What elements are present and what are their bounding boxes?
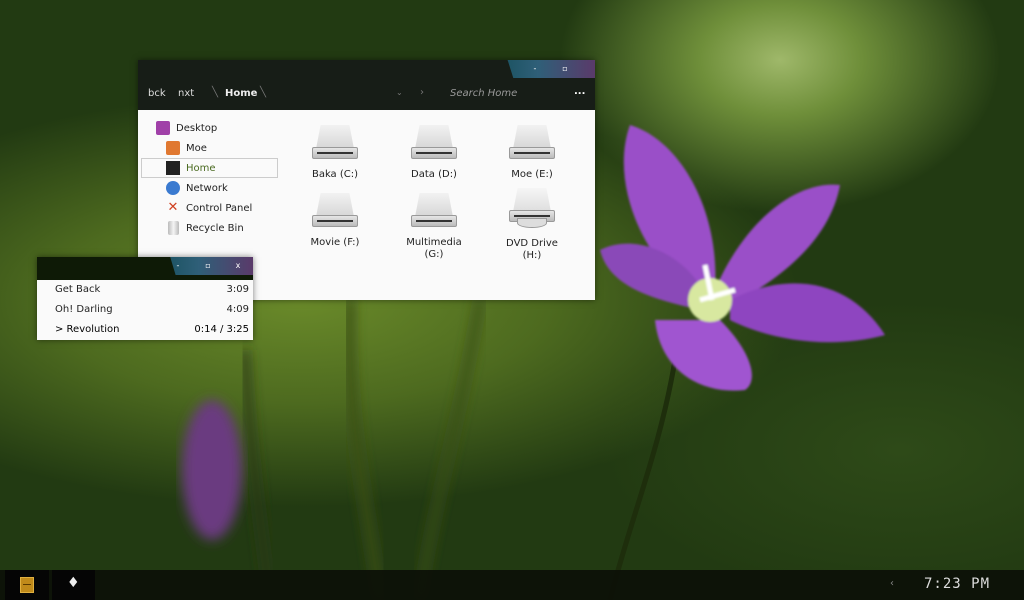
drive-f[interactable]: Movie (F:) [290, 193, 380, 249]
sidebar-item-label: Desktop [176, 122, 218, 134]
sidebar-item-desktop[interactable]: Desktop [156, 118, 293, 138]
hard-drive-icon [411, 125, 457, 159]
sidebar-item-network[interactable]: Network [166, 178, 303, 198]
breadcrumb-separator-icon: ╲ [260, 87, 267, 98]
history-dropdown-icon[interactable]: ⌄ [396, 88, 403, 97]
breadcrumb-separator-icon: ╲ [212, 87, 219, 98]
minimize-button[interactable]: - [520, 60, 550, 78]
drive-label: DVD Drive (H:) [506, 238, 558, 261]
track-title: Oh! Darling [55, 304, 113, 315]
maximize-button[interactable]: ▫ [550, 60, 580, 78]
desktop-icon [156, 121, 170, 135]
track-progress: 0:14 / 3:25 [194, 324, 249, 335]
hard-drive-icon [312, 125, 358, 159]
fox-icon: ♦ [67, 575, 80, 591]
sidebar-item-control-panel[interactable]: ✕ Control Panel [166, 198, 303, 218]
drive-d[interactable]: Data (D:) [389, 125, 479, 181]
user-folder-icon [166, 141, 180, 155]
sidebar-item-label: Network [186, 182, 228, 194]
track-title: Get Back [55, 284, 101, 295]
maximize-button[interactable]: ▫ [193, 257, 223, 275]
more-options-button[interactable]: ... [574, 86, 585, 97]
drive-label: Movie (F:) [310, 237, 360, 248]
drive-label: Multimedia (G:) [406, 237, 462, 260]
globe-icon [166, 181, 180, 195]
minimize-button[interactable]: - [170, 257, 193, 275]
search-input[interactable]: Search Home [450, 88, 517, 99]
tray-expand-arrow[interactable]: ‹ [890, 578, 894, 589]
go-arrow-icon[interactable]: › [420, 87, 424, 98]
drive-g[interactable]: Multimedia (G:) [389, 193, 479, 261]
sidebar-item-label: Home [186, 162, 216, 174]
drive-e[interactable]: Moe (E:) [487, 125, 577, 181]
trash-icon [168, 221, 179, 235]
music-player-window: - ▫ x Get Back 3:09 Oh! Darling 4:09 > Revol… [37, 257, 253, 340]
monitor-icon [166, 161, 180, 175]
file-manager-button[interactable] [5, 570, 49, 600]
taskbar: ♦ ‹ 7:23 PM [0, 570, 1024, 600]
track-row-playing[interactable]: > Revolution 0:14 / 3:25 [55, 324, 249, 335]
hard-drive-icon [312, 193, 358, 227]
firefox-button[interactable]: ♦ [52, 570, 95, 600]
back-button[interactable]: bck [148, 88, 166, 99]
drive-c[interactable]: Baka (C:) [290, 125, 380, 181]
sidebar-item-moe[interactable]: Moe [166, 138, 303, 158]
file-cabinet-icon [20, 577, 34, 593]
caption-buttons: -▫x [170, 257, 253, 275]
tools-icon: ✕ [167, 200, 179, 215]
sidebar-item-home[interactable]: Home [141, 158, 278, 178]
sidebar-item-label: Control Panel [186, 202, 253, 214]
track-duration: 3:09 [226, 284, 249, 295]
track-row[interactable]: Get Back 3:09 [55, 284, 249, 295]
breadcrumb-home[interactable]: Home [225, 88, 257, 99]
sidebar-item-label: Moe [186, 142, 207, 154]
track-duration: 4:09 [226, 304, 249, 315]
player-titlebar: - ▫ x [37, 257, 253, 280]
drive-label: Moe (E:) [511, 169, 553, 180]
dvd-drive-icon [509, 188, 555, 228]
sidebar-item-label: Recycle Bin [186, 222, 244, 234]
clock[interactable]: 7:23 PM [924, 576, 990, 592]
track-title: > Revolution [55, 324, 120, 335]
explorer-toolbar: - ▫x bck nxt ╲ Home ╲ ⌄ › Search Home ... [138, 60, 595, 110]
drive-label: Data (D:) [411, 169, 457, 180]
hard-drive-icon [509, 125, 555, 159]
sidebar-item-recycle-bin[interactable]: Recycle Bin [166, 218, 303, 238]
track-row[interactable]: Oh! Darling 4:09 [55, 304, 249, 315]
hard-drive-icon [411, 193, 457, 227]
drive-h[interactable]: DVD Drive (H:) [487, 188, 577, 262]
drive-label: Baka (C:) [311, 169, 359, 180]
caption-buttons: -▫x [507, 60, 595, 78]
close-button[interactable]: x [223, 257, 253, 275]
forward-button[interactable]: nxt [178, 88, 194, 99]
